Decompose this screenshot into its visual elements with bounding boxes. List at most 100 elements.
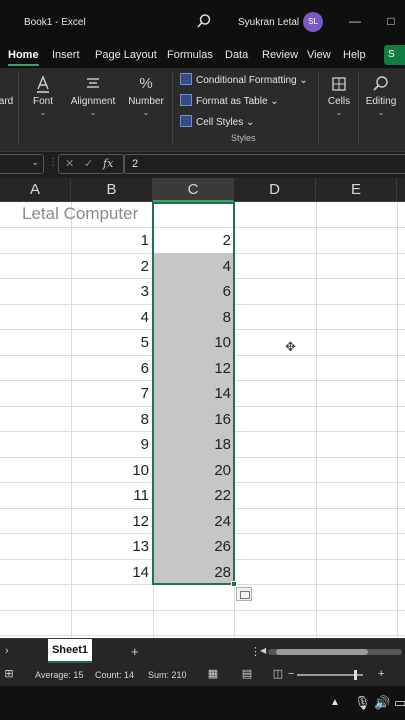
cell-c-value[interactable]: 22 — [161, 487, 231, 504]
search-icon — [371, 74, 391, 94]
title-bar: Book1 - Excel Syukran Letal SL — □ — [0, 0, 405, 46]
font-group[interactable]: Font ⌄ — [26, 70, 60, 117]
cell-c-value[interactable]: 26 — [161, 538, 231, 555]
tab-page-layout[interactable]: Page Layout — [95, 49, 157, 61]
cell-b-value[interactable]: 14 — [79, 564, 149, 581]
name-box[interactable]: ⌄ — [0, 154, 44, 174]
cell-b-value[interactable]: 6 — [79, 360, 149, 377]
insert-function-icon[interactable]: fx — [103, 155, 113, 173]
cell-b-value[interactable]: 2 — [79, 258, 149, 275]
editing-group[interactable]: Editing ⌄ — [362, 70, 400, 117]
cancel-icon[interactable]: ✕ — [65, 155, 74, 173]
styles-group-label: Styles — [231, 133, 256, 143]
column-header-d[interactable]: D — [234, 178, 316, 202]
column-header-a[interactable]: A — [0, 178, 71, 202]
cell-c-value[interactable]: 4 — [161, 258, 231, 275]
zoom-in-button[interactable]: + — [378, 668, 384, 680]
search-icon[interactable] — [196, 13, 212, 29]
add-sheet-button[interactable]: + — [131, 644, 139, 659]
ribbon-divider — [18, 72, 19, 144]
cell-b-value[interactable]: 5 — [79, 334, 149, 351]
cell-c-value[interactable]: 10 — [161, 334, 231, 351]
cell-b-value[interactable]: 13 — [79, 538, 149, 555]
cell-b-value[interactable]: 9 — [79, 436, 149, 453]
column-header-e[interactable]: E — [316, 178, 397, 202]
ribbon: ard Font ⌄ Alignment ⌄ % Number ⌄ Condit… — [0, 68, 405, 152]
share-button[interactable]: S — [384, 45, 405, 65]
volume-icon[interactable]: 🔊 — [374, 695, 390, 711]
font-icon — [33, 74, 53, 94]
cell-c-value[interactable]: 8 — [161, 309, 231, 326]
chevron-down-icon: ⌄ — [31, 157, 39, 167]
table-icon — [180, 94, 192, 106]
cells-group[interactable]: Cells ⌄ — [324, 70, 354, 117]
cell-c-value[interactable]: 16 — [161, 411, 231, 428]
tab-view[interactable]: View — [307, 49, 331, 61]
cell-c-value[interactable]: 18 — [161, 436, 231, 453]
cell-a1-title[interactable]: Letal Computer — [22, 204, 138, 224]
tab-formulas[interactable]: Formulas — [167, 49, 213, 61]
normal-view-icon[interactable]: ▦ — [206, 667, 220, 681]
column-header-b[interactable]: B — [71, 178, 153, 202]
scroll-left-icon[interactable]: ◀ — [260, 646, 266, 655]
cell-b-value[interactable]: 10 — [79, 462, 149, 479]
alignment-group[interactable]: Alignment ⌄ — [66, 70, 120, 117]
chevron-down-icon: ⌄ — [89, 108, 97, 117]
percent-icon: % — [139, 75, 153, 92]
share-label: S — [388, 49, 395, 60]
chevron-down-icon: ⌄ — [142, 108, 150, 117]
quick-analysis-icon[interactable] — [236, 587, 252, 601]
formula-bar: ⌄ ⋮ ✕ ✓ fx 2 — [0, 152, 405, 178]
window-title: Book1 - Excel — [24, 17, 86, 28]
avatar[interactable]: SL — [303, 12, 323, 32]
tray-chevron-icon[interactable]: ▲ — [330, 697, 340, 708]
taskbar: ▲ 🎙 🔊 ▭ — [0, 686, 405, 720]
zoom-slider-knob[interactable] — [354, 670, 357, 680]
page-layout-view-icon[interactable]: ▤ — [240, 667, 254, 681]
microphone-icon[interactable]: 🎙 — [354, 695, 371, 711]
tab-home[interactable]: Home — [8, 49, 39, 66]
tab-insert[interactable]: Insert — [52, 49, 80, 61]
cell-b-value[interactable]: 7 — [79, 385, 149, 402]
sheet-tab-sheet1[interactable]: Sheet1 — [48, 639, 92, 663]
cell-styles-button[interactable]: Cell Styles ⌄ — [180, 115, 254, 128]
zoom-out-button[interactable]: − — [288, 668, 294, 680]
cell-b-value[interactable]: 8 — [79, 411, 149, 428]
chevron-down-icon: ⌄ — [39, 108, 47, 117]
conditional-formatting-icon — [180, 73, 192, 85]
cursor-crosshair-icon: ✥ — [285, 339, 296, 354]
cell-b-value[interactable]: 1 — [79, 232, 149, 249]
cell-b-value[interactable]: 3 — [79, 283, 149, 300]
cell-c-value[interactable]: 2 — [161, 232, 231, 249]
cell-c-value[interactable]: 28 — [161, 564, 231, 581]
number-label: Number — [128, 96, 164, 107]
minimize-button[interactable]: — — [346, 12, 364, 30]
cell-b-value[interactable]: 4 — [79, 309, 149, 326]
maximize-button[interactable]: □ — [382, 12, 400, 30]
clipboard-group[interactable]: ard — [0, 70, 16, 107]
number-group[interactable]: % Number ⌄ — [124, 70, 168, 117]
format-as-table-button[interactable]: Format as Table ⌄ — [180, 94, 279, 107]
sheet-nav-next-icon[interactable]: › — [5, 645, 9, 657]
cell-styles-icon — [180, 115, 192, 127]
tab-data[interactable]: Data — [225, 49, 248, 61]
conditional-formatting-button[interactable]: Conditional Formatting ⌄ — [180, 73, 308, 86]
chevron-down-icon: ⌄ — [377, 108, 385, 117]
sheet-tab-bar: › Sheet1 + ⋮ ◀ — [0, 638, 405, 664]
worksheet-grid[interactable]: Letal Computer ✥ 1 2 2 4 3 6 4 8 5 10 6 12 7 14 8 16 9 18… — [0, 202, 405, 638]
accessibility-icon[interactable]: ⊞ — [2, 667, 16, 681]
cell-c-value[interactable]: 24 — [161, 513, 231, 530]
cell-c-value[interactable]: 20 — [161, 462, 231, 479]
tab-help[interactable]: Help — [343, 49, 366, 61]
cell-c-value[interactable]: 12 — [161, 360, 231, 377]
cell-c-value[interactable]: 14 — [161, 385, 231, 402]
cell-b-value[interactable]: 11 — [79, 487, 149, 504]
formula-input[interactable]: 2 — [124, 154, 405, 174]
horizontal-scrollbar[interactable] — [268, 649, 402, 655]
tab-review[interactable]: Review — [262, 49, 298, 61]
cell-b-value[interactable]: 12 — [79, 513, 149, 530]
enter-icon[interactable]: ✓ — [84, 155, 93, 173]
cell-c-value[interactable]: 6 — [161, 283, 231, 300]
column-header-c[interactable]: C — [153, 178, 234, 202]
page-break-view-icon[interactable]: ◫ — [271, 667, 285, 681]
